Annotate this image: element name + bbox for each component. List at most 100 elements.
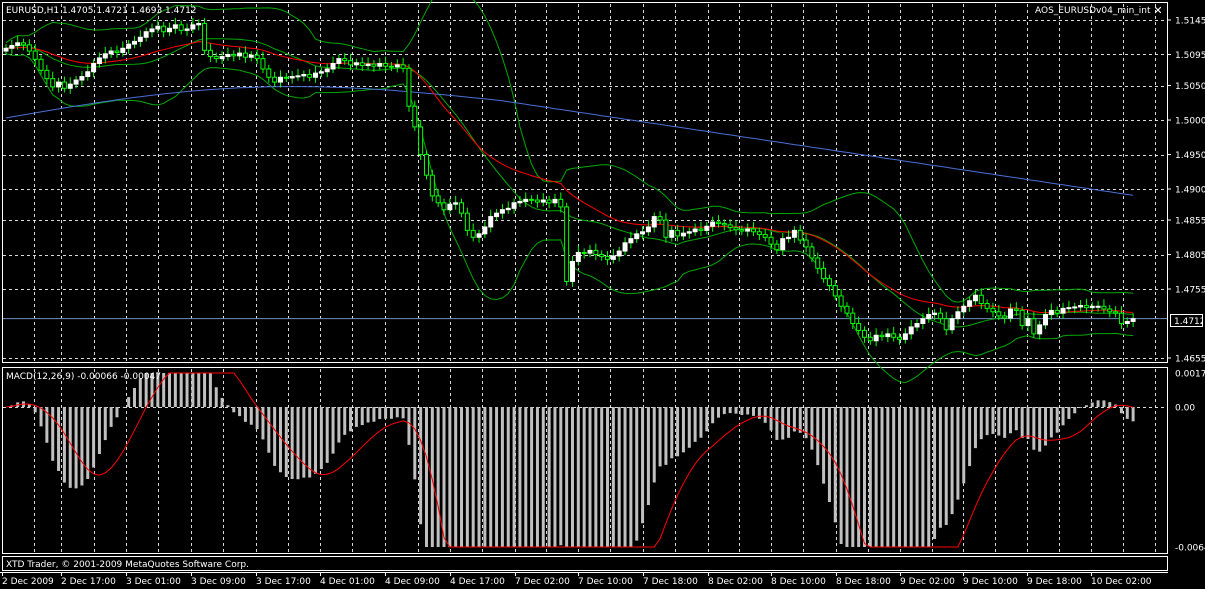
candle-body	[809, 246, 815, 259]
candle	[272, 71, 278, 87]
candle	[301, 70, 307, 82]
candle-body	[266, 68, 272, 78]
candle-body	[237, 52, 243, 57]
candle	[990, 302, 996, 318]
candle-body	[359, 62, 365, 67]
candle-body	[675, 229, 681, 237]
ma-slow-line	[5, 86, 1134, 196]
candle	[675, 224, 681, 242]
candle-body	[324, 68, 330, 73]
candle-body	[108, 50, 114, 55]
candle-body	[213, 56, 219, 60]
candle	[1101, 299, 1107, 314]
candle	[657, 211, 663, 225]
candle-body	[529, 198, 535, 201]
candle	[91, 59, 97, 78]
candle	[254, 49, 260, 65]
candle-body	[1019, 309, 1025, 327]
candle-body	[3, 47, 9, 52]
candle-body	[1118, 312, 1124, 325]
candle	[529, 195, 535, 205]
candle	[26, 39, 32, 56]
candle-body	[1060, 307, 1066, 314]
x-tick-label: 9 Dec 02:00	[900, 577, 955, 587]
indicator-name: AOS_EURUSDv04_min_int	[1035, 6, 1151, 16]
candle	[756, 227, 762, 241]
candle	[552, 193, 558, 207]
candle-body	[248, 54, 254, 58]
candle	[902, 328, 908, 344]
candle-body	[56, 81, 62, 88]
candle	[651, 212, 657, 233]
candle	[645, 220, 651, 236]
candle-body	[564, 206, 570, 282]
candle	[727, 219, 733, 232]
close-icon[interactable]: ✕	[1152, 5, 1164, 17]
candle-body	[32, 50, 38, 60]
candle	[803, 233, 809, 253]
candle	[505, 201, 511, 214]
candle-body	[569, 260, 575, 282]
candle	[826, 274, 832, 292]
candle-body	[867, 336, 873, 342]
candle	[289, 71, 295, 84]
candle-body	[120, 47, 126, 53]
candle-body	[832, 285, 838, 297]
candle-body	[85, 71, 91, 78]
candle-body	[937, 312, 943, 320]
candle	[838, 289, 844, 312]
candle-body	[295, 75, 301, 78]
candle-body	[540, 199, 546, 203]
candle	[809, 242, 815, 263]
candle-body	[926, 314, 932, 320]
candle-body	[774, 243, 780, 251]
candle-body	[791, 229, 797, 238]
candle	[680, 226, 686, 241]
x-tick-label: 7 Dec 02:00	[515, 577, 570, 587]
candle-body	[272, 76, 278, 83]
candle	[482, 221, 488, 238]
candle	[733, 220, 739, 236]
candle	[511, 198, 517, 214]
candle-body	[523, 198, 529, 202]
candle-body	[686, 231, 692, 234]
candle-body	[412, 105, 418, 128]
candle-body	[464, 212, 470, 231]
candle	[686, 227, 692, 239]
x-tick-label: 3 Dec 17:00	[256, 577, 311, 587]
candle-body	[704, 225, 710, 231]
candle-body	[599, 254, 605, 258]
candle	[435, 189, 441, 207]
candle-body	[581, 251, 587, 254]
candle-body	[879, 334, 885, 338]
candle	[61, 76, 67, 93]
candle	[277, 70, 283, 88]
candle	[599, 250, 605, 261]
candle-body	[260, 58, 266, 70]
candle	[1118, 306, 1124, 330]
candle-body	[1013, 308, 1019, 311]
y-tick-label: 1.5145	[1175, 17, 1205, 27]
candle-body	[920, 318, 926, 325]
y-tick-label: 1.4950	[1175, 151, 1205, 161]
candle	[459, 198, 465, 218]
bollinger-middle-line	[5, 38, 1134, 328]
macd-y-tick-label: -0.00645	[1175, 544, 1205, 554]
candle-body	[949, 318, 955, 331]
candle-body	[803, 239, 809, 248]
candle	[751, 222, 757, 236]
x-tick-label: 8 Dec 02:00	[708, 577, 763, 587]
candle-body	[838, 295, 844, 307]
candle	[1107, 304, 1113, 318]
candle	[745, 223, 751, 237]
candle	[698, 222, 704, 236]
candle	[1078, 300, 1084, 312]
x-tick-label: 9 Dec 10:00	[963, 577, 1018, 587]
candle	[569, 255, 575, 287]
candle-body	[67, 83, 73, 89]
candle-body	[470, 229, 476, 238]
candle	[79, 71, 85, 86]
candle	[377, 57, 383, 71]
candle-body	[91, 62, 97, 73]
candle-body	[418, 126, 424, 156]
